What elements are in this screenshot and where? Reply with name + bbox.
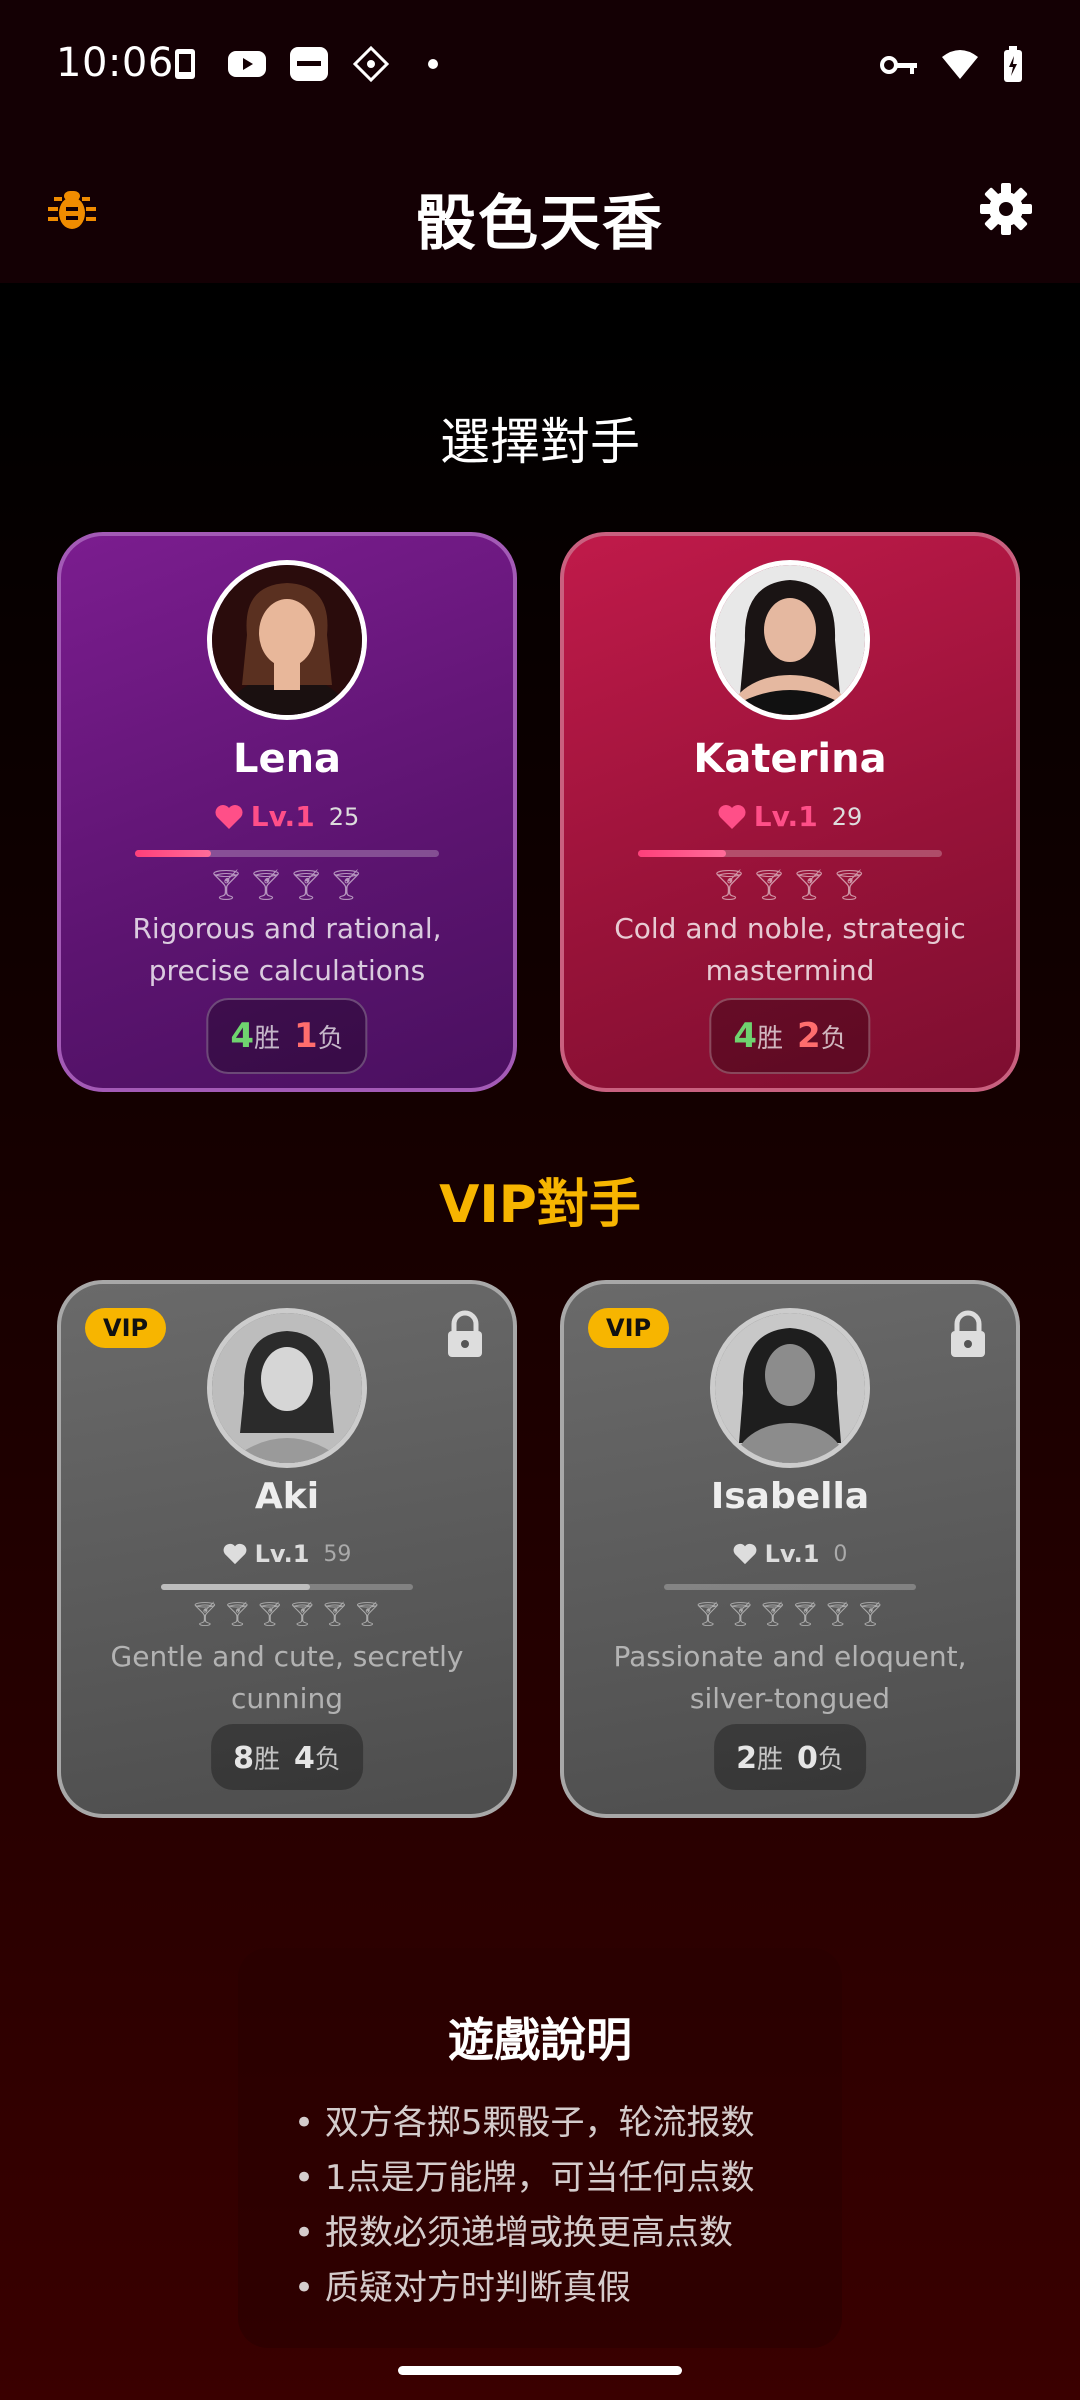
wins-label: 胜	[253, 1744, 280, 1775]
app-title: 骰色天香	[416, 189, 664, 259]
wins-count: 4	[733, 1016, 757, 1056]
status-bar: 10:06	[0, 0, 1080, 135]
wins-label: 胜	[253, 1024, 280, 1054]
level-row: Lv.1 59	[61, 1540, 513, 1568]
vip-opponent-card-aki[interactable]: VIP Aki Lv.1 59 🍸︎🍸︎🍸︎🍸︎🍸︎🍸︎ Gentle and …	[57, 1280, 517, 1818]
heart-icon	[223, 1543, 247, 1565]
level-row: Lv.1 0	[564, 1540, 1016, 1568]
opponent-name: Isabella	[710, 1476, 870, 1517]
level-label: Lv.1	[764, 1540, 820, 1568]
cocktail-glasses-icon: 🍸︎🍸︎🍸︎🍸︎🍸︎🍸︎	[692, 1600, 888, 1628]
avatar	[710, 1308, 870, 1468]
losses-label: 负	[820, 1024, 847, 1054]
youtube-icon	[227, 46, 267, 82]
wins-label: 胜	[756, 1744, 783, 1775]
puzzle-icon	[351, 46, 391, 82]
losses-count: 0	[797, 1740, 818, 1776]
affection-progress-bar	[161, 1584, 413, 1590]
cocktail-glasses-icon: 🍸︎🍸︎🍸︎🍸︎	[206, 868, 368, 903]
battery-icon	[1004, 46, 1022, 82]
cocktail-glasses-icon: 🍸︎🍸︎🍸︎🍸︎	[709, 868, 871, 903]
status-time: 10:06	[56, 40, 174, 86]
level-label: Lv.1	[753, 800, 818, 833]
lock-icon	[448, 1310, 482, 1357]
notification-icons	[165, 46, 453, 82]
affection-progress-bar	[638, 850, 942, 857]
rule-item: • 1点是万能牌，可当任何点数	[294, 2158, 755, 2198]
affection-points: 29	[831, 802, 863, 831]
opponent-name: Katerina	[693, 736, 887, 782]
win-loss-record: 8胜 4负	[211, 1724, 363, 1790]
app-icon	[289, 46, 329, 82]
vip-section-title: VIP對手	[439, 1175, 641, 1235]
opponent-card-katerina[interactable]: Katerina Lv.1 29 🍸︎🍸︎🍸︎🍸︎ Cold and noble…	[560, 532, 1020, 1092]
losses-count: 2	[797, 1016, 821, 1056]
wins-count: 4	[230, 1016, 254, 1056]
level-row: Lv.1 29	[564, 800, 1016, 833]
level-label: Lv.1	[254, 1540, 310, 1568]
level-row: Lv.1 25	[61, 800, 513, 833]
opponent-card-lena[interactable]: Lena Lv.1 25 🍸︎🍸︎🍸︎🍸︎ Rigorous and ratio…	[57, 532, 517, 1092]
phone-icon	[165, 46, 205, 82]
losses-count: 4	[294, 1740, 315, 1776]
losses-label: 负	[314, 1744, 341, 1775]
opponent-name: Lena	[232, 736, 342, 782]
losses-label: 负	[817, 1744, 844, 1775]
losses-count: 1	[294, 1016, 318, 1056]
avatar	[207, 1308, 367, 1468]
game-instructions-panel: 遊戲說明 • 双方各掷5颗骰子，轮流报数 • 1点是万能牌，可当任何点数 • 报…	[238, 1948, 842, 2348]
vpn-key-icon	[880, 56, 917, 74]
progress-fill	[135, 850, 211, 857]
win-loss-record: 2胜 0负	[714, 1724, 866, 1790]
app-bar: 骰色天香	[0, 135, 1080, 283]
opponent-description: Gentle and cute, secretly cunning	[110, 1640, 464, 1715]
opponent-description: Rigorous and rational, precise calculati…	[132, 912, 442, 987]
home-indicator[interactable]	[398, 2366, 682, 2375]
opponent-description: Passionate and eloquent, silver-tongued	[613, 1640, 967, 1715]
opponent-description: Cold and noble, strategic mastermind	[614, 912, 966, 987]
win-loss-record: 4胜 2负	[709, 998, 871, 1074]
wins-count: 2	[736, 1740, 757, 1776]
losses-label: 负	[317, 1024, 344, 1054]
gear-icon[interactable]	[978, 181, 1034, 237]
vip-badge: VIP	[588, 1308, 670, 1348]
affection-points: 59	[323, 1541, 352, 1567]
heart-icon	[718, 804, 746, 829]
cocktail-glasses-icon: 🍸︎🍸︎🍸︎🍸︎🍸︎🍸︎	[189, 1600, 385, 1628]
rule-item: • 报数必须递增或换更高点数	[294, 2213, 733, 2253]
progress-fill	[638, 850, 727, 857]
rule-item: • 双方各掷5颗骰子，轮流报数	[294, 2103, 755, 2143]
affection-points: 25	[328, 802, 360, 831]
rule-item: • 质疑对方时判断真假	[294, 2268, 631, 2308]
heart-icon	[215, 804, 243, 829]
affection-progress-bar	[664, 1584, 916, 1590]
affection-progress-bar	[135, 850, 439, 857]
progress-fill	[161, 1584, 310, 1590]
lock-icon	[951, 1310, 985, 1357]
wins-label: 胜	[756, 1024, 783, 1054]
system-icons	[880, 46, 1024, 84]
avatar	[710, 560, 870, 720]
win-loss-record: 4胜 1负	[206, 998, 368, 1074]
rules-list: • 双方各掷5颗骰子，轮流报数 • 1点是万能牌，可当任何点数 • 报数必须递增…	[294, 2096, 755, 2316]
heart-icon	[733, 1543, 757, 1565]
wins-count: 8	[233, 1740, 254, 1776]
avatar	[207, 560, 367, 720]
dot-icon	[413, 46, 453, 82]
opponents-section-title: 選擇對手	[440, 413, 640, 471]
vip-opponent-card-isabella[interactable]: VIP Isabella Lv.1 0 🍸︎🍸︎🍸︎🍸︎🍸︎🍸︎ Passion…	[560, 1280, 1020, 1818]
vip-badge: VIP	[85, 1308, 167, 1348]
level-label: Lv.1	[250, 800, 315, 833]
opponent-name: Aki	[254, 1476, 320, 1517]
affection-points: 0	[833, 1541, 848, 1567]
wifi-icon	[942, 50, 978, 79]
instructions-title: 遊戲說明	[448, 2013, 632, 2067]
